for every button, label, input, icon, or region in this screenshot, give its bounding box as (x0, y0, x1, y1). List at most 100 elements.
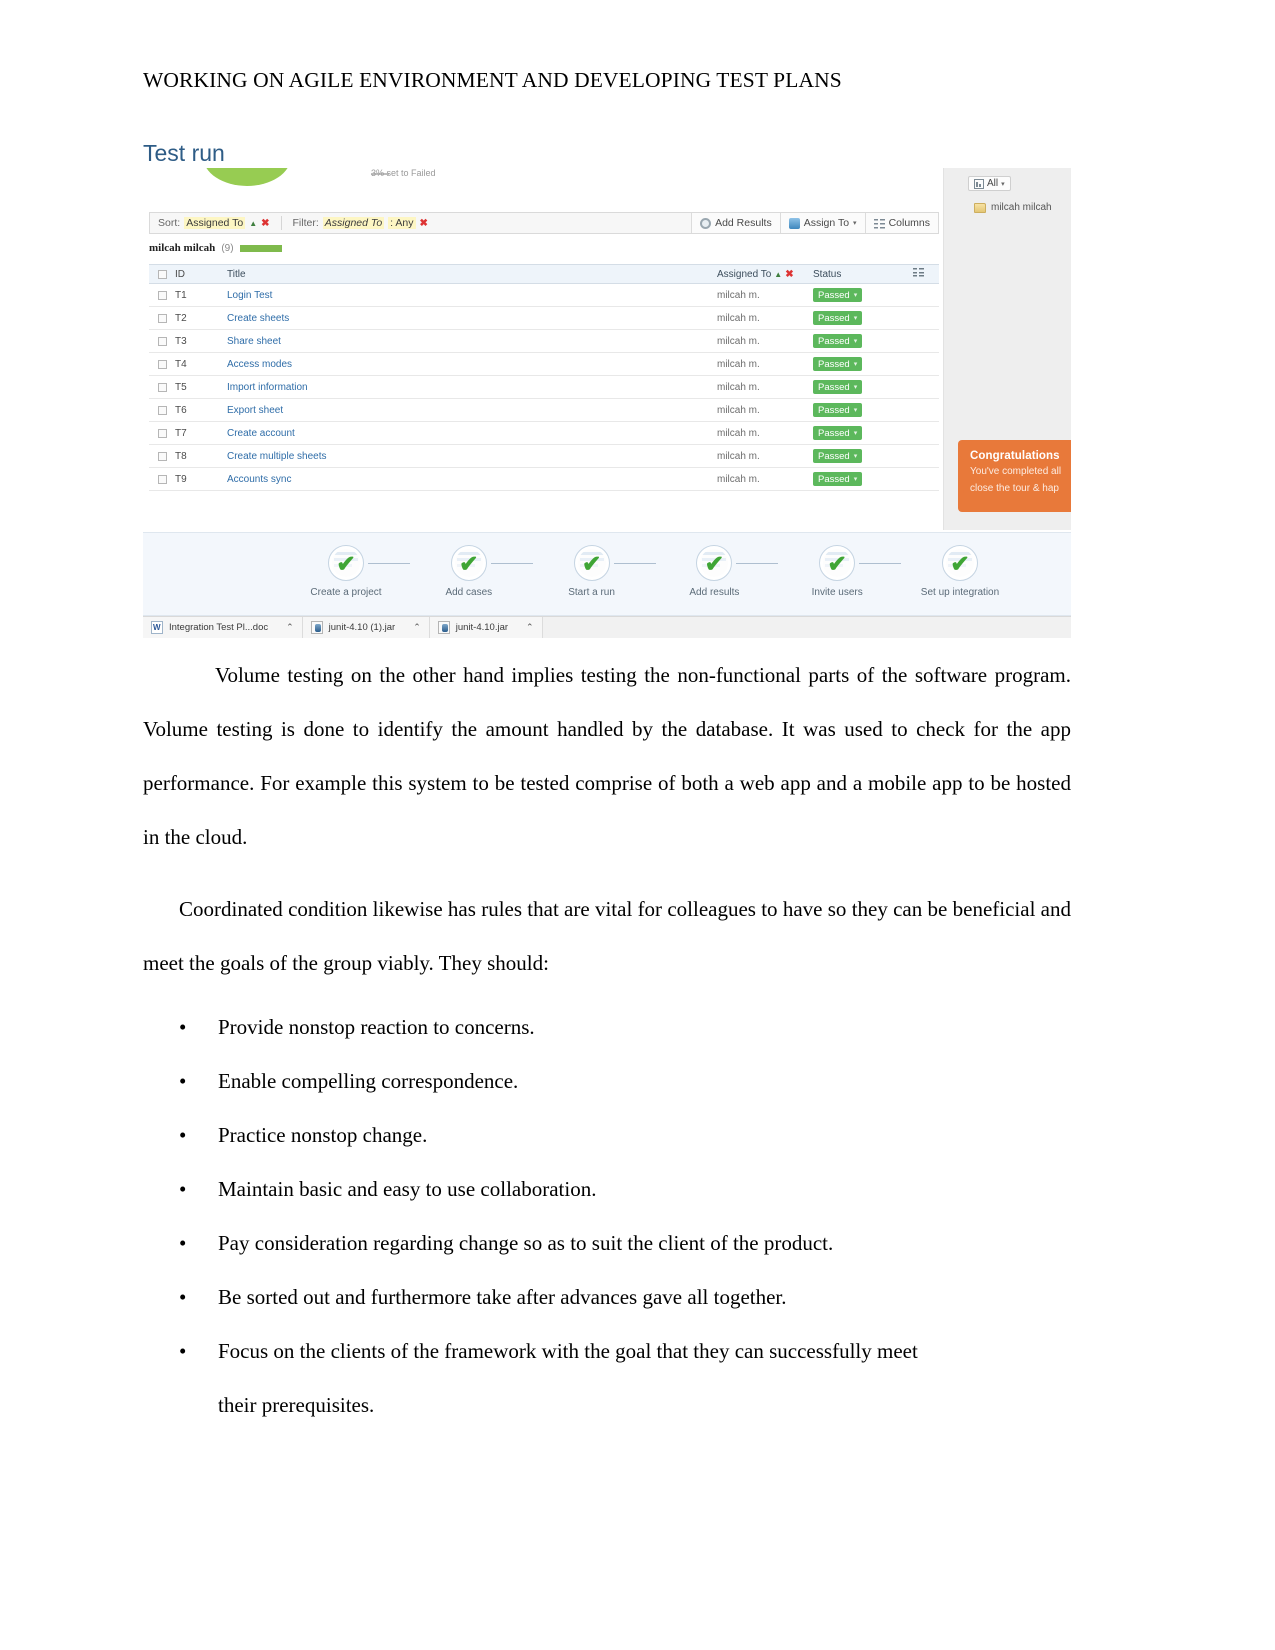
download-item[interactable]: junit-4.10 (1).jar ⌃ (302, 617, 430, 638)
cell-status[interactable]: Passed ▾ (813, 334, 913, 348)
filter-clear-icon[interactable]: ✖ (420, 218, 428, 229)
row-select-cell[interactable] (149, 290, 175, 300)
step-start-a-run[interactable]: ✔ Start a run (549, 545, 656, 609)
table-row[interactable]: T4 Access modes milcah m. Passed ▾ (149, 353, 939, 376)
row-select-cell[interactable] (149, 336, 175, 346)
row-select-cell[interactable] (149, 382, 175, 392)
all-filter-dropdown[interactable]: All ▾ (968, 176, 1011, 191)
chevron-down-icon: ▾ (1001, 180, 1005, 188)
download-item[interactable]: Integration Test Pl...doc ⌃ (143, 617, 303, 638)
row-checkbox[interactable] (157, 405, 167, 415)
group-header: milcah milcah (9) (149, 242, 282, 254)
embedded-screenshot: 3% set to Failed Sort: Assigned To ▲ ✖ F… (143, 168, 1071, 638)
row-checkbox[interactable] (157, 359, 167, 369)
cell-status[interactable]: Passed ▾ (813, 380, 913, 394)
table-row[interactable]: T1 Login Test milcah m. Passed ▾ (149, 284, 939, 307)
header-assigned-to[interactable]: Assigned To ▲ ✖ (717, 269, 813, 280)
columns-button[interactable]: Columns (864, 213, 938, 233)
cell-assigned-to: milcah m. (717, 335, 760, 347)
row-checkbox[interactable] (157, 313, 167, 323)
cell-title[interactable]: Login Test (227, 290, 717, 301)
table-row[interactable]: T6 Export sheet milcah m. Passed ▾ (149, 399, 939, 422)
cell-title[interactable]: Create account (227, 428, 717, 439)
cell-status[interactable]: Passed ▾ (813, 357, 913, 371)
table-row[interactable]: T3 Share sheet milcah m. Passed ▾ (149, 330, 939, 353)
row-checkbox[interactable] (157, 474, 167, 484)
bullet-marker: • (179, 1177, 187, 1201)
table-row[interactable]: T8 Create multiple sheets milcah m. Pass… (149, 445, 939, 468)
step-invite-users[interactable]: ✔ Invite users (794, 545, 902, 609)
test-cases-table: ID Title Assigned To ▲ ✖ Status T1 Login… (149, 264, 939, 491)
cell-status[interactable]: Passed ▾ (813, 403, 913, 417)
sort-clear-icon[interactable]: ✖ (261, 218, 269, 229)
step-connector (736, 563, 779, 564)
row-select-cell[interactable] (149, 405, 175, 415)
step-thumbnail: ✔ (819, 545, 856, 581)
folder-icon (974, 202, 986, 213)
status-label: Passed (818, 312, 850, 324)
header-columns-toggle[interactable] (913, 268, 939, 280)
filter-value[interactable]: : Any (388, 217, 416, 229)
sort-ascending-icon[interactable]: ▲ (249, 219, 257, 228)
step-set-up-integration[interactable]: ✔ Set up integration (917, 545, 1003, 609)
status-badge[interactable]: Passed ▾ (813, 380, 863, 394)
header-title[interactable]: Title (227, 269, 717, 280)
row-select-cell[interactable] (149, 359, 175, 369)
row-select-cell[interactable] (149, 428, 175, 438)
download-item[interactable]: junit-4.10.jar ⌃ (429, 617, 543, 638)
row-checkbox[interactable] (157, 382, 167, 392)
filter-field[interactable]: Assigned To (322, 217, 385, 229)
status-badge[interactable]: Passed ▾ (813, 472, 863, 486)
status-badge[interactable]: Passed ▾ (813, 357, 863, 371)
step-add-results[interactable]: ✔ Add results (671, 545, 779, 609)
row-select-cell[interactable] (149, 474, 175, 484)
header-status[interactable]: Status (813, 269, 913, 280)
status-badge[interactable]: Passed ▾ (813, 288, 863, 302)
sidebar-user-entry[interactable]: milcah milcah (974, 202, 1052, 213)
cell-status[interactable]: Passed ▾ (813, 426, 913, 440)
status-badge[interactable]: Passed ▾ (813, 403, 863, 417)
sort-value[interactable]: Assigned To (184, 217, 246, 229)
cell-title[interactable]: Export sheet (227, 405, 717, 416)
row-select-cell[interactable] (149, 313, 175, 323)
table-row[interactable]: T2 Create sheets milcah m. Passed ▾ (149, 307, 939, 330)
chevron-down-icon: ▾ (853, 384, 858, 391)
cell-status[interactable]: Passed ▾ (813, 472, 913, 486)
table-row[interactable]: T7 Create account milcah m. Passed ▾ (149, 422, 939, 445)
cell-title[interactable]: Create multiple sheets (227, 451, 717, 462)
chevron-up-icon[interactable]: ⌃ (286, 622, 294, 633)
cell-status[interactable]: Passed ▾ (813, 449, 913, 463)
cell-title[interactable]: Share sheet (227, 336, 717, 347)
cell-title[interactable]: Import information (227, 382, 717, 393)
select-all-checkbox[interactable] (157, 269, 167, 279)
row-checkbox[interactable] (157, 290, 167, 300)
select-all-cell[interactable] (149, 269, 175, 279)
step-create-a-project[interactable]: ✔ Create a project (303, 545, 410, 609)
cell-status[interactable]: Passed ▾ (813, 288, 913, 302)
cell-status[interactable]: Passed ▾ (813, 311, 913, 325)
cell-title[interactable]: Accounts sync (227, 474, 717, 485)
sort-ascending-icon[interactable]: ▲ (774, 270, 782, 279)
add-results-button[interactable]: Add Results (691, 213, 780, 233)
chevron-up-icon[interactable]: ⌃ (526, 622, 534, 633)
clear-sort-icon[interactable]: ✖ (785, 269, 793, 280)
assign-to-button[interactable]: Assign To ▾ (779, 213, 865, 233)
list-item: • Focus on the clients of the framework … (143, 1324, 1071, 1378)
row-select-cell[interactable] (149, 451, 175, 461)
chevron-up-icon[interactable]: ⌃ (413, 622, 421, 633)
step-add-cases[interactable]: ✔ Add cases (426, 545, 533, 609)
table-row[interactable]: T5 Import information milcah m. Passed ▾ (149, 376, 939, 399)
table-row[interactable]: T9 Accounts sync milcah m. Passed ▾ (149, 468, 939, 491)
row-checkbox[interactable] (157, 428, 167, 438)
bullet-marker: • (179, 1339, 187, 1363)
row-checkbox[interactable] (157, 336, 167, 346)
status-badge[interactable]: Passed ▾ (813, 449, 863, 463)
status-badge[interactable]: Passed ▾ (813, 311, 863, 325)
cell-title[interactable]: Create sheets (227, 313, 717, 324)
status-badge[interactable]: Passed ▾ (813, 426, 863, 440)
status-badge[interactable]: Passed ▾ (813, 334, 863, 348)
row-checkbox[interactable] (157, 451, 167, 461)
header-id[interactable]: ID (175, 269, 227, 280)
cell-title[interactable]: Access modes (227, 359, 717, 370)
chevron-down-icon: ▾ (853, 220, 857, 227)
